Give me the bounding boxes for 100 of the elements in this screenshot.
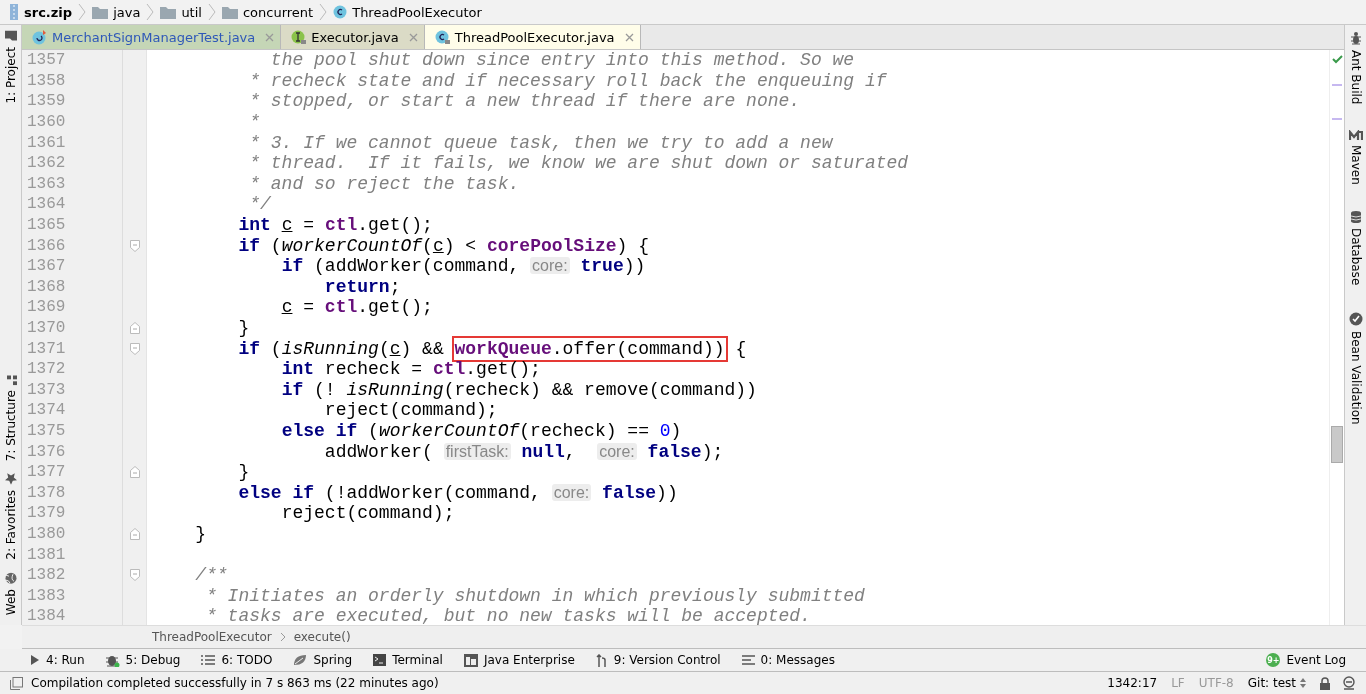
scrollbar-thumb[interactable] — [1331, 426, 1343, 463]
breadcrumb-item[interactable]: java — [113, 4, 141, 20]
notification-badge: 9+ — [1266, 653, 1281, 667]
close-icon[interactable] — [408, 32, 418, 42]
line-number: 1379 — [26, 504, 67, 523]
branch-icon — [595, 653, 608, 667]
line-number: 1378 — [26, 483, 67, 502]
tool-window-button[interactable]: Bean Validation — [1348, 305, 1363, 431]
tool-window-button[interactable]: Web — [3, 565, 18, 621]
breadcrumb-item[interactable]: ThreadPoolExecutor — [152, 630, 272, 644]
file-tab[interactable]: Executor.java — [281, 25, 425, 49]
code-line: if (workerCountOf(c) < corePoolSize) { — [237, 235, 649, 256]
line-number: 1362 — [26, 154, 67, 173]
window-icon — [463, 653, 478, 667]
breadcrumb-item[interactable]: concurrent — [242, 4, 314, 20]
code-line: int c = ctl.get(); — [237, 215, 433, 236]
tool-window-button[interactable]: 1: Project — [3, 25, 18, 110]
tool-window-button[interactable]: Java Enterprise — [463, 653, 575, 667]
close-icon[interactable] — [265, 32, 275, 42]
folder-icon — [221, 5, 238, 19]
folder-icon — [160, 5, 177, 19]
chevron-icon — [279, 632, 286, 642]
line-number: 1359 — [26, 92, 67, 111]
class-icon — [333, 5, 348, 19]
line-number: 1373 — [26, 380, 67, 399]
inspector-icon — [1342, 676, 1356, 690]
tool-window-button[interactable]: 2: Favorites — [3, 467, 18, 566]
list-icon — [201, 654, 216, 666]
code-comment: * and so reject the task. — [248, 173, 520, 194]
code-line: if (! isRunning(recheck) && remove(command)) — [280, 379, 757, 400]
code-text: { — [734, 338, 747, 359]
structure-icon — [4, 374, 17, 385]
tool-window-button[interactable]: Spring — [293, 653, 353, 667]
terminal-icon — [373, 654, 387, 666]
line-number: 1376 — [26, 442, 67, 461]
line-number: 1365 — [26, 216, 67, 235]
globe-icon — [4, 571, 17, 584]
code-line: else if (!addWorker(command, core: false)) — [237, 482, 678, 503]
cursor-position[interactable]: 1342:17 — [1107, 676, 1158, 690]
event-log-button[interactable]: Event Log — [1286, 653, 1346, 667]
line-number: 1369 — [26, 298, 67, 317]
tool-window-button[interactable]: 6: TODO — [201, 653, 273, 667]
line-number: 1382 — [26, 566, 67, 585]
file-tab[interactable]: MerchantSignManagerTest.java — [22, 25, 282, 49]
code-line: addWorker( firstTask: null, core: false); — [323, 441, 724, 462]
fold-icon — [129, 322, 140, 334]
database-icon — [1350, 211, 1361, 224]
chevron-icon — [319, 3, 328, 21]
tool-window-button[interactable]: Maven — [1348, 124, 1363, 192]
breadcrumb-item[interactable]: ThreadPoolExecutor — [352, 4, 482, 20]
line-number: 1366 — [26, 236, 67, 255]
line-number: 1367 — [26, 257, 67, 276]
fold-icon — [129, 569, 140, 582]
code-comment: * stopped, or start a new thread if there are none. — [248, 91, 801, 112]
line-number: 1363 — [26, 174, 67, 193]
check-icon — [1331, 55, 1343, 64]
breadcrumb-item[interactable]: src.zip — [24, 4, 73, 20]
line-number: 1374 — [26, 401, 67, 420]
line-number: 1380 — [26, 524, 67, 543]
fold-icon — [129, 342, 140, 355]
lines-icon — [741, 654, 755, 666]
breadcrumb-item[interactable]: util — [181, 4, 202, 20]
fold-icon — [129, 527, 140, 540]
code-line: reject(command); — [323, 400, 498, 421]
interface-icon — [291, 29, 308, 45]
updown-icon — [1300, 678, 1306, 688]
class-icon — [32, 29, 48, 45]
tool-window-button[interactable]: 4: Run — [30, 653, 85, 667]
tool-window-button[interactable]: Terminal — [373, 653, 443, 667]
branch-selector[interactable]: Git: test — [1247, 676, 1296, 690]
line-number: 1360 — [26, 113, 67, 132]
chevron-icon — [207, 3, 216, 21]
line-number: 1371 — [26, 339, 67, 358]
folder-icon — [4, 31, 17, 42]
line-number: 1372 — [26, 360, 67, 379]
lock-icon — [1320, 676, 1330, 690]
tool-window-button[interactable]: 5: Debug — [105, 653, 181, 667]
code-comment: * 3. If we cannot queue task, then we try to add a new — [248, 132, 833, 153]
folder-icon — [92, 5, 109, 19]
line-number: 1375 — [26, 422, 67, 440]
tool-window-button[interactable]: 7: Structure — [3, 368, 18, 468]
tool-window-button[interactable]: 0: Messages — [741, 653, 835, 667]
breadcrumb-item[interactable]: execute() — [293, 630, 351, 644]
line-number: 1357 — [26, 51, 67, 70]
zip-file-icon — [9, 4, 19, 20]
code-line: return; — [323, 276, 401, 297]
star-icon — [4, 473, 17, 486]
tool-window-button[interactable]: 9: Version Control — [595, 653, 721, 667]
tool-window-button[interactable]: Database — [1348, 205, 1363, 292]
code-text: if (isRunning(c) && — [237, 338, 445, 359]
line-number: 1370 — [26, 319, 67, 337]
ant-icon — [1349, 31, 1362, 45]
close-icon[interactable] — [624, 32, 634, 42]
line-number: 1384 — [26, 607, 67, 625]
code-comment: */ — [248, 194, 271, 215]
file-tab[interactable]: ThreadPoolExecutor.java — [424, 25, 641, 49]
line-number: 1383 — [26, 586, 67, 605]
line-number: 1368 — [26, 277, 67, 296]
tool-window-button[interactable]: Ant Build — [1348, 25, 1363, 111]
fold-icon — [129, 466, 140, 479]
